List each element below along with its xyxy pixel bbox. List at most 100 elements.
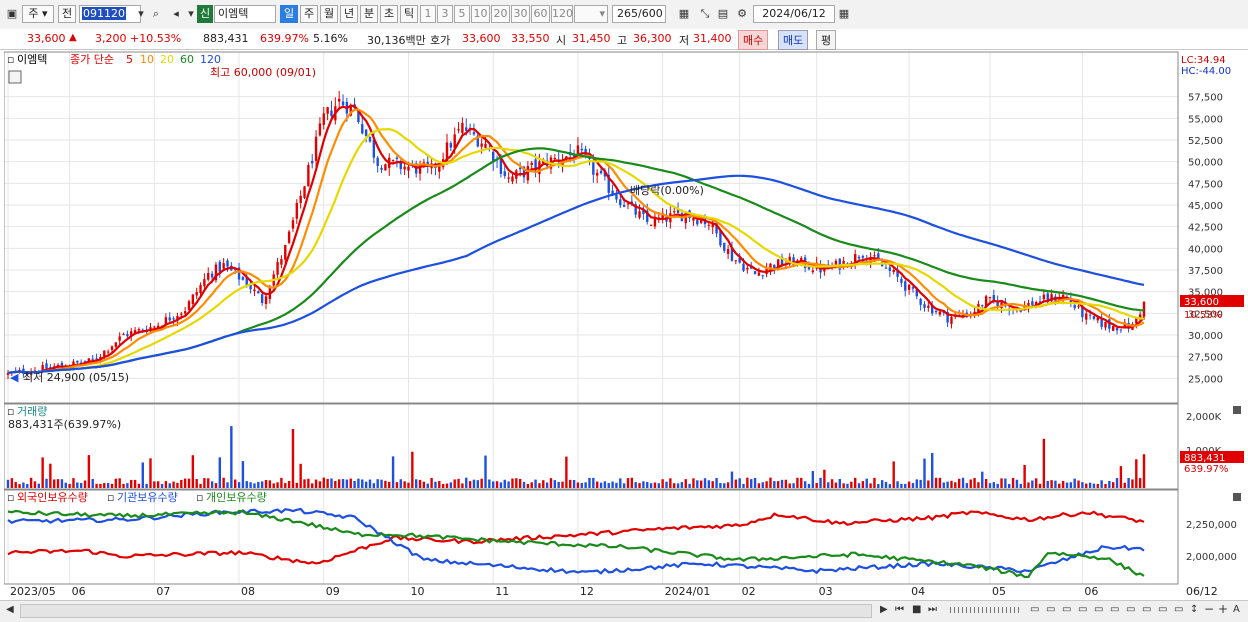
dropdown-icon[interactable]: ▾	[133, 5, 149, 23]
rewind-icon[interactable]: ⏮	[895, 604, 904, 615]
volume-bar	[880, 480, 884, 488]
layout-icon-5[interactable]: ▭	[1094, 604, 1103, 615]
settings-gear-icon[interactable]: ⚙	[734, 5, 750, 23]
x-axis-label: 06	[72, 585, 86, 598]
interval-120-button[interactable]: 120	[551, 5, 573, 23]
volume-bar	[60, 479, 64, 488]
legend-close-label[interactable]: 종가 단순	[70, 53, 114, 66]
legend-ma60[interactable]: 60	[180, 53, 194, 66]
period-month-button[interactable]: 월	[320, 5, 338, 23]
layout-icon-3[interactable]: ▭	[1062, 604, 1071, 615]
date-field[interactable]: 2024/06/12	[753, 5, 835, 23]
volume-close-icon[interactable]	[1233, 406, 1241, 414]
period-second-button[interactable]: 초	[380, 5, 398, 23]
stop-icon[interactable]: ■	[912, 604, 921, 615]
interval-3-button[interactable]: 3	[437, 5, 453, 23]
interval-60-button[interactable]: 60	[531, 5, 550, 23]
period-week-button[interactable]: 주	[300, 5, 318, 23]
zoom-in-icon[interactable]: +	[1218, 602, 1228, 616]
period-tick-button[interactable]: 틱	[400, 5, 418, 23]
sell-button[interactable]: 매도	[778, 30, 809, 50]
price-tick: 47,500	[1188, 179, 1223, 190]
volume-bar	[257, 481, 260, 488]
legend-ma5[interactable]: 5	[126, 53, 133, 66]
candle-body	[45, 363, 48, 369]
volume-bar	[29, 477, 33, 488]
volume-bar	[191, 455, 195, 488]
candle-body	[807, 266, 811, 270]
forward-icon[interactable]: ⏭	[928, 604, 937, 615]
volume-bar	[1092, 483, 1096, 488]
layout-icon-7[interactable]: ▭	[1126, 604, 1135, 615]
holdings-legend-institution[interactable]: 기관보유수량	[117, 491, 178, 504]
volume-bar	[126, 483, 129, 488]
interval-20-button[interactable]: 20	[491, 5, 510, 23]
save-icon[interactable]: ▤	[715, 5, 731, 23]
interval-5-button[interactable]: 5	[454, 5, 470, 23]
candle-body	[106, 351, 110, 353]
layout-icon-9[interactable]: ▭	[1158, 604, 1167, 615]
volume-title[interactable]: 거래량	[17, 405, 47, 418]
volume-bar	[237, 482, 241, 488]
candle-body	[126, 334, 129, 337]
layout-icon-8[interactable]: ▭	[1142, 604, 1151, 615]
volume-bar	[1011, 477, 1015, 488]
volume-bar	[734, 479, 738, 488]
interval-1-button[interactable]: 1	[420, 5, 436, 23]
prev-button[interactable]: 전	[58, 5, 76, 23]
legend-ma120[interactable]: 120	[200, 53, 221, 66]
market-select[interactable]: 주 ▾	[22, 5, 54, 23]
period-year-button[interactable]: 년	[340, 5, 358, 23]
scroll-track[interactable]	[20, 604, 872, 618]
day-volume: 883,431	[203, 32, 249, 45]
chart-scrollbar[interactable]: ◀ ▶ ⏮ ■ ⏭ ▭ ▭ ▭ ▭ ▭ ▭ ▭ ▭ ▭ ▭ ↕ − + A	[0, 600, 1248, 622]
volume-bar	[453, 479, 456, 488]
draw-tool-icon[interactable]: ⤡	[697, 5, 713, 23]
volume-bar	[973, 477, 976, 488]
interval-custom-select[interactable]: ▾	[574, 5, 608, 23]
volume-bar	[364, 481, 368, 488]
volume-bar	[569, 479, 572, 488]
candle-body	[299, 195, 302, 203]
holdings-legend-foreign[interactable]: 외국인보유수량	[17, 491, 88, 504]
bar-count-field[interactable]: 265/600	[612, 5, 666, 23]
volume-bar	[164, 481, 168, 488]
window-menu-icon[interactable]: ▣	[4, 5, 20, 23]
holdings-close-icon[interactable]	[1233, 493, 1241, 501]
scroll-right-icon[interactable]: ▶	[880, 604, 888, 615]
layout-icon-6[interactable]: ▭	[1110, 604, 1119, 615]
speaker-icon[interactable]: ◂	[168, 5, 184, 23]
volume-bar	[607, 483, 610, 488]
font-size-icon[interactable]: A	[1233, 604, 1240, 615]
layout-icon-2[interactable]: ▭	[1046, 604, 1055, 615]
layout-icon-10[interactable]: ▭	[1174, 604, 1183, 615]
buy-button[interactable]: 매수	[738, 30, 769, 50]
interval-30-button[interactable]: 30	[511, 5, 530, 23]
calendar-icon[interactable]: ▦	[836, 5, 852, 23]
layout-icon-1[interactable]: ▭	[1030, 604, 1039, 615]
volume-bar	[842, 483, 845, 488]
candle-body	[904, 281, 907, 291]
volume-bar	[1019, 483, 1022, 488]
search-icon[interactable]: ⌕	[148, 5, 164, 23]
zoom-reset-icon[interactable]: ↕	[1190, 604, 1198, 615]
zoom-slider[interactable]	[950, 607, 1020, 613]
stock-code-input[interactable]: 091120	[79, 5, 141, 23]
scroll-left-icon[interactable]: ◀	[6, 604, 14, 615]
grid-tool-icon[interactable]: ▦	[676, 5, 692, 23]
layout-icon-4[interactable]: ▭	[1078, 604, 1087, 615]
holdings-legend-individual[interactable]: 개인보유수량	[206, 491, 267, 504]
evaluate-button[interactable]: 평	[816, 30, 837, 50]
interval-10-button[interactable]: 10	[471, 5, 490, 23]
period-day-button[interactable]: 일	[280, 5, 298, 23]
x-axis-label: 08	[241, 585, 255, 598]
low-annotation: 최저 24,900 (05/15)	[23, 371, 129, 384]
legend-ma20[interactable]: 20	[160, 53, 174, 66]
volume-bar	[557, 481, 560, 488]
period-minute-button[interactable]: 분	[360, 5, 378, 23]
volume-bar	[445, 483, 449, 488]
legend-stock-name[interactable]: 이엠텍	[17, 53, 47, 66]
zoom-out-icon[interactable]: −	[1204, 602, 1214, 616]
table-toggle-icon[interactable]	[8, 70, 22, 84]
legend-ma10[interactable]: 10	[140, 53, 154, 66]
